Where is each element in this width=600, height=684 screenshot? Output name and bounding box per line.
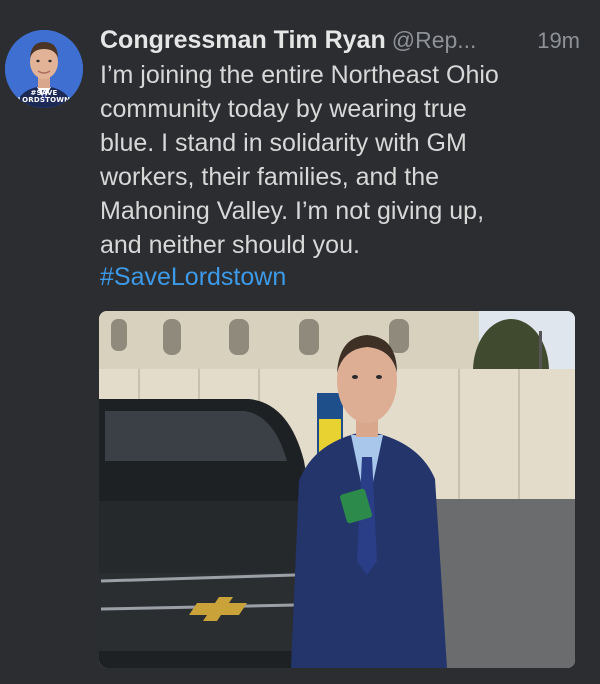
avatar-caption: #SAVE LORDSTOWN xyxy=(5,90,83,104)
timestamp[interactable]: 19m xyxy=(537,28,580,54)
avatar-caption-line2: LORDSTOWN xyxy=(17,96,71,104)
attached-photo[interactable] xyxy=(99,311,575,668)
tweet[interactable]: #SAVE LORDSTOWN Congressman Tim Ryan @Rep… xyxy=(0,0,600,684)
tweet-text: I’m joining the entire Northeast Ohio co… xyxy=(100,61,499,259)
profile-avatar[interactable]: #SAVE LORDSTOWN xyxy=(5,30,83,108)
user-handle[interactable]: @Rep... xyxy=(392,27,477,53)
display-name[interactable]: Congressman Tim Ryan xyxy=(100,26,386,54)
tweet-header: Congressman Tim Ryan @Rep... 19m xyxy=(100,26,580,58)
photo-image xyxy=(99,311,575,668)
hashtag-link[interactable]: #SaveLordstown xyxy=(100,260,286,294)
